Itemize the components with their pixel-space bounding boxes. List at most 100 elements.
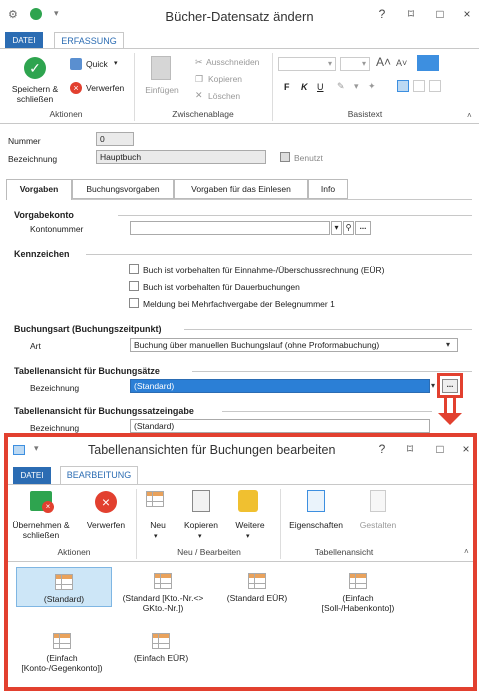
close-icon[interactable]: × (459, 7, 475, 21)
arrow-icon (444, 398, 456, 414)
help-icon[interactable]: ? (374, 7, 390, 21)
view-tile[interactable]: (Standard EÜR) (214, 567, 300, 603)
section-divider (192, 371, 472, 372)
discard-button[interactable]: Verwerfen (86, 83, 124, 93)
new-icon (146, 491, 164, 511)
eingabe-bezeichnung-select[interactable]: (Standard) (130, 419, 430, 433)
design-button[interactable]: Gestalten (352, 520, 404, 530)
quick-button[interactable]: Quick (86, 59, 108, 69)
checkbox-dauerbuchungen-label: Buch ist vorbehalten für Dauerbuchungen (143, 282, 300, 292)
bold-icon[interactable]: F (284, 82, 290, 92)
save-close-button[interactable]: Speichern & schließen (6, 84, 64, 104)
table-view-icon (154, 573, 172, 589)
vorgabekonto-title: Vorgabekonto (14, 210, 74, 220)
tabellenansicht-saetze-title: Tabellenansicht für Buchungsätze (14, 366, 160, 376)
copy-dropdown-icon[interactable]: ▾ (198, 532, 202, 540)
table-view-icon (53, 633, 71, 649)
highlight-icon[interactable]: ✎ (337, 81, 345, 92)
font-family-dropdown-icon[interactable]: ▾ (328, 59, 332, 68)
list-style-icon[interactable] (417, 55, 439, 71)
kontonummer-more-button[interactable]: ... (355, 221, 371, 235)
underline-icon[interactable]: U (317, 82, 324, 92)
italic-icon[interactable]: K (301, 82, 308, 92)
dialog-restore-icon[interactable]: ⌑ (402, 442, 418, 456)
tab-info[interactable]: Info (308, 179, 348, 199)
view-tile[interactable]: (Einfach [Konto-/Gegenkonto]) (14, 627, 110, 673)
title-bar: ⚙ ▾ Bücher-Datensatz ändern ? ⌑ □ × (0, 0, 479, 32)
collapse-ribbon-icon[interactable]: ˄ (467, 111, 472, 120)
apply-close-button[interactable]: Übernehmen & schließen (10, 520, 72, 540)
art-dropdown-icon[interactable]: ▾ (446, 340, 450, 349)
tab-vorgaben[interactable]: Vorgaben (6, 179, 72, 200)
maximize-icon[interactable]: □ (432, 7, 448, 21)
view-tile[interactable]: (Standard [Kto.-Nr.<> GKto.-Nr.]) (116, 567, 210, 613)
table-view-icon (248, 573, 266, 589)
saetze-bezeichnung-select[interactable]: (Standard) (130, 379, 430, 393)
dialog-close-icon[interactable]: × (458, 442, 474, 456)
art-select[interactable]: Buchung über manuellen Buchungslauf (ohn… (130, 338, 458, 352)
more-dropdown-icon[interactable]: ▾ (246, 532, 250, 540)
design-icon (370, 490, 386, 512)
benutzt-checkbox[interactable] (280, 152, 290, 162)
align-left-icon[interactable] (397, 80, 409, 92)
align-right-icon[interactable] (429, 80, 441, 92)
checkbox-mehrfachvergabe[interactable] (129, 298, 139, 308)
dialog-app-icon (13, 445, 25, 455)
dialog-maximize-icon[interactable]: □ (432, 442, 448, 456)
copy-icon (192, 490, 210, 512)
table-view-icon (55, 574, 73, 590)
apply-close-x-icon: × (42, 501, 54, 513)
dialog-help-icon[interactable]: ? (374, 442, 390, 456)
paste-button[interactable]: Einfügen (142, 85, 182, 95)
copy-button[interactable]: Kopieren (208, 74, 242, 84)
tab-buchungsvorgaben[interactable]: Buchungsvorgaben (72, 179, 174, 199)
font-color-icon[interactable]: ▾ (354, 81, 359, 92)
delete-button[interactable]: Löschen (208, 91, 240, 101)
view-tile-label: (Einfach [Soll-/Habenkonto]) (321, 593, 395, 613)
kontonummer-search-icon[interactable]: ⚲ (343, 221, 354, 235)
group-label-aktionen: Aktionen (49, 109, 83, 119)
dialog-copy-button[interactable]: Kopieren (178, 520, 224, 530)
format-painter-icon[interactable]: ✦ (368, 81, 376, 92)
dialog-tab-bearbeitung[interactable]: BEARBEITUNG (60, 466, 138, 484)
section-divider (118, 215, 472, 216)
discard-icon: × (95, 491, 117, 513)
view-tile[interactable]: (Einfach [Soll-/Habenkonto]) (306, 567, 410, 613)
nummer-field[interactable]: 0 (96, 132, 134, 146)
tabellenansicht-eingabe-title: Tabellenansicht für Buchungssatzeingabe (14, 406, 194, 416)
tab-vorgaben-einlesen[interactable]: Vorgaben für das Einlesen (174, 179, 308, 199)
dialog-group-label-neu-bearbeiten: Neu / Bearbeiten (177, 547, 241, 557)
tab-datei[interactable]: DATEI (5, 32, 43, 49)
new-dropdown-icon[interactable]: ▾ (154, 532, 158, 540)
highlight-box (437, 373, 463, 398)
more-button[interactable]: Weitere (230, 520, 270, 530)
dialog-collapse-ribbon-icon[interactable]: ˄ (464, 547, 469, 556)
font-size-dropdown-icon[interactable]: ▾ (362, 59, 366, 68)
kontonummer-dropdown-icon[interactable]: ▾ (331, 221, 342, 235)
shrink-font-icon[interactable]: A˅ (396, 58, 407, 68)
benutzt-label: Benutzt (294, 153, 323, 163)
checkbox-eur[interactable] (129, 264, 139, 274)
align-center-icon[interactable] (413, 80, 425, 92)
quick-dropdown-icon[interactable]: ▾ (114, 59, 118, 67)
quick-icon (70, 58, 82, 70)
kontonummer-field[interactable] (130, 221, 330, 235)
grow-font-icon[interactable]: A˄ (376, 55, 391, 69)
new-button[interactable]: Neu (144, 520, 172, 530)
buchungsart-title: Buchungsart (Buchungszeitpunkt) (14, 324, 162, 334)
dialog-tab-datei[interactable]: DATEI (13, 467, 51, 484)
cut-button[interactable]: Ausschneiden (206, 57, 259, 67)
checkbox-dauerbuchungen[interactable] (129, 281, 139, 291)
properties-button[interactable]: Eigenschaften (284, 520, 348, 530)
view-tile[interactable]: (Standard) (16, 567, 112, 607)
view-tile[interactable]: (Einfach EÜR) (116, 627, 206, 663)
dialog-qat-dropdown-icon[interactable]: ▾ (34, 443, 39, 454)
group-label-zwischenablage: Zwischenablage (172, 109, 234, 119)
checkmark-icon: ✓ (24, 57, 46, 79)
bezeichnung-field[interactable]: Hauptbuch (96, 150, 266, 164)
restore-icon[interactable]: ⌑ (403, 7, 419, 21)
dialog-discard-button[interactable]: Verwerfen (78, 520, 134, 530)
dialog-group-label-tabellenansicht: Tabellenansicht (314, 547, 374, 557)
dialog-title: Tabellenansichten für Buchungen bearbeit… (88, 443, 336, 457)
saetze-dropdown-icon[interactable]: ▾ (431, 381, 435, 390)
